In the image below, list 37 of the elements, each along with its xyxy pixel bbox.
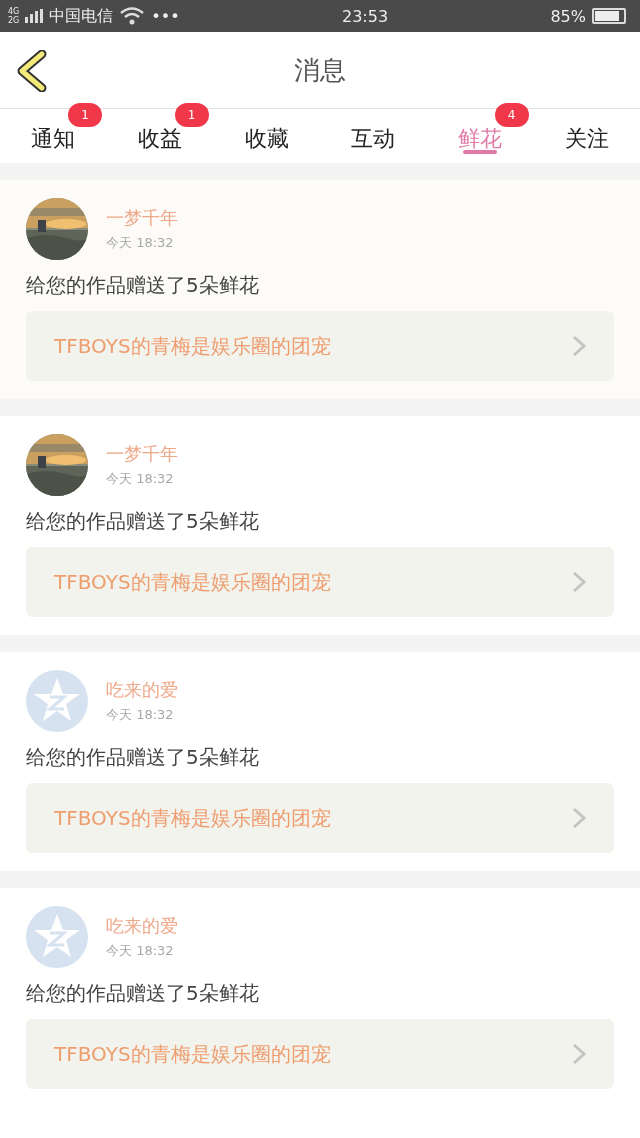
page-title: 消息 (294, 53, 346, 87)
timestamp: 今天 18:32 (106, 234, 175, 252)
timestamp: 今天 18:32 (106, 706, 175, 724)
network-label: 4G (8, 7, 20, 16)
wifi-icon (119, 6, 146, 26)
carrier-name: 中国电信 (49, 5, 114, 27)
timestamp: 今天 18:32 (106, 942, 175, 960)
tab[interactable]: 收藏 (213, 103, 320, 163)
chevron-icon (572, 571, 586, 593)
chevron-icon (572, 807, 586, 829)
user-name: 吃来的爱 (106, 678, 178, 702)
user-name: 吃来的爱 (106, 914, 178, 938)
count-badge: 1 (68, 103, 102, 127)
message-text: 给您的作品赠送了5朵鲜花 (26, 508, 260, 535)
tab[interactable]: 互动 (320, 103, 427, 163)
tab[interactable]: 收益 1 (106, 103, 214, 163)
count-badge: 1 (174, 103, 209, 127)
more-indicator: ••• (151, 6, 180, 26)
selected-underline (463, 150, 497, 154)
tab[interactable]: 鲜花 4 (426, 103, 534, 163)
timestamp: 今天 18:32 (106, 470, 175, 488)
message-text: 给您的作品赠送了5朵鲜花 (26, 980, 260, 1007)
count-badge: 4 (494, 103, 529, 127)
tab[interactable]: 通知 1 (0, 103, 107, 163)
chevron-icon (572, 1043, 586, 1065)
back-button[interactable] (16, 50, 48, 92)
network-label: 2G (8, 16, 20, 25)
signal-icon (25, 9, 44, 23)
battery-percent: 85% (550, 6, 586, 26)
message-text: 给您的作品赠送了5朵鲜花 (26, 272, 260, 299)
chevron-icon (572, 335, 586, 357)
message-text: 给您的作品赠送了5朵鲜花 (26, 744, 260, 771)
tab[interactable]: 关注 (533, 103, 640, 163)
user-name: 一梦千年 (106, 206, 178, 230)
clock: 23:53 (341, 6, 389, 26)
battery-icon (592, 8, 626, 24)
user-name: 一梦千年 (106, 442, 178, 466)
